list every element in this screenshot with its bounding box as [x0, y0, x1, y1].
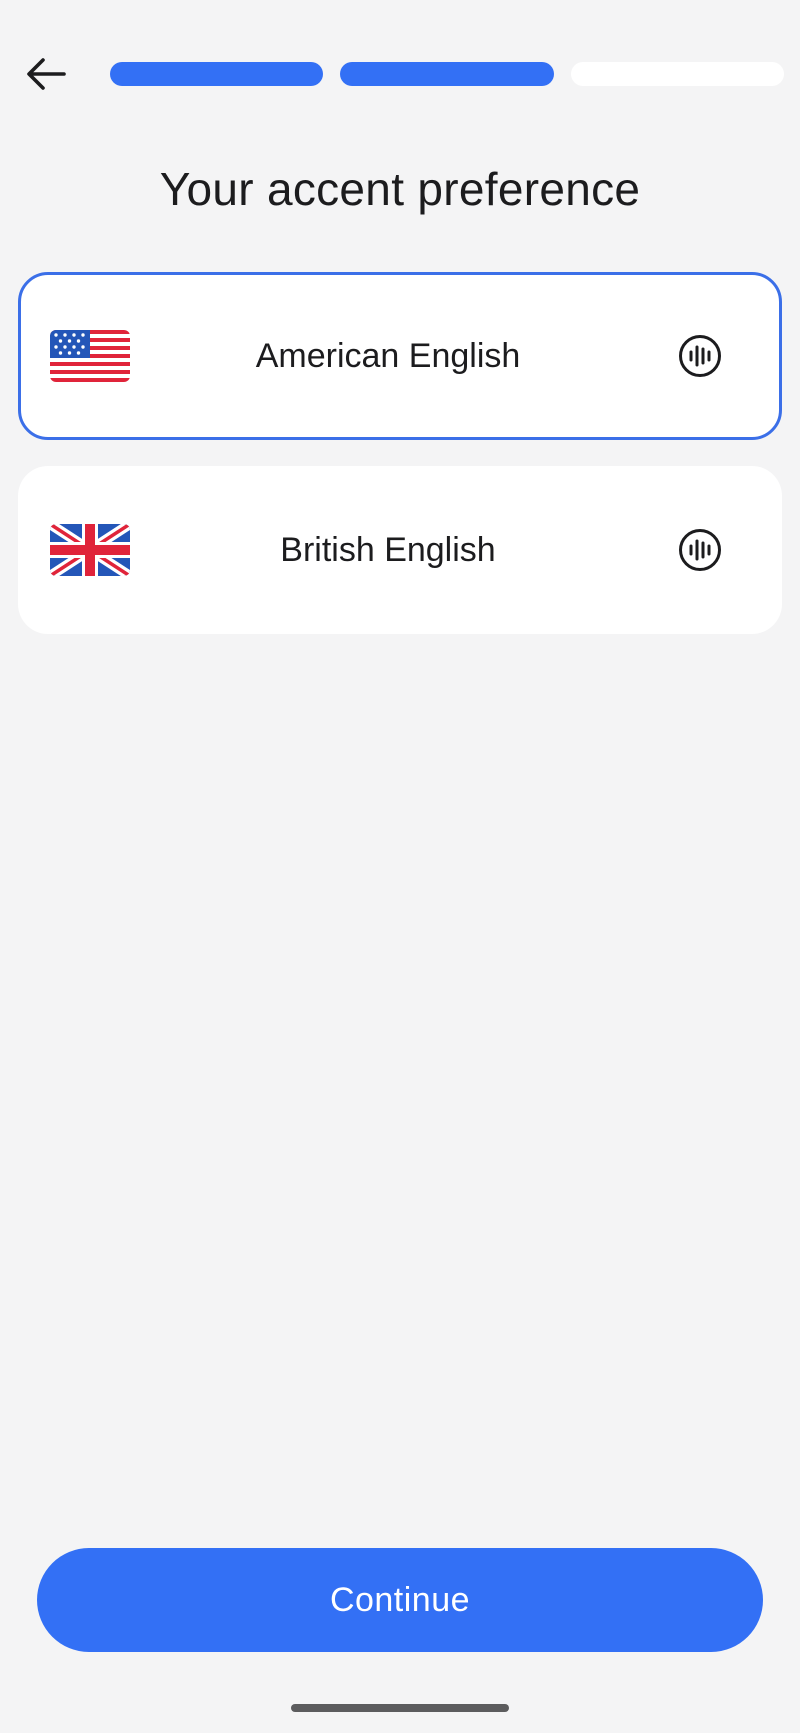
option-label: British English	[280, 530, 496, 569]
option-british-english[interactable]: British English	[18, 466, 782, 634]
progress-step-2	[340, 62, 554, 86]
arrow-left-icon	[27, 58, 66, 90]
progress-step-1	[110, 62, 324, 86]
continue-button[interactable]: Continue	[37, 1548, 763, 1652]
progress-step-3	[570, 62, 784, 86]
audio-waveform-icon[interactable]	[678, 334, 722, 378]
option-american-english[interactable]: American English	[18, 272, 782, 440]
audio-waveform-icon[interactable]	[678, 528, 722, 572]
progress-bar	[110, 62, 784, 86]
uk-flag-icon	[50, 524, 130, 576]
us-flag-icon	[50, 330, 130, 382]
page-title: Your accent preference	[159, 163, 641, 215]
back-button[interactable]	[18, 50, 74, 98]
home-indicator[interactable]	[291, 1704, 509, 1712]
option-label: American English	[255, 336, 521, 375]
